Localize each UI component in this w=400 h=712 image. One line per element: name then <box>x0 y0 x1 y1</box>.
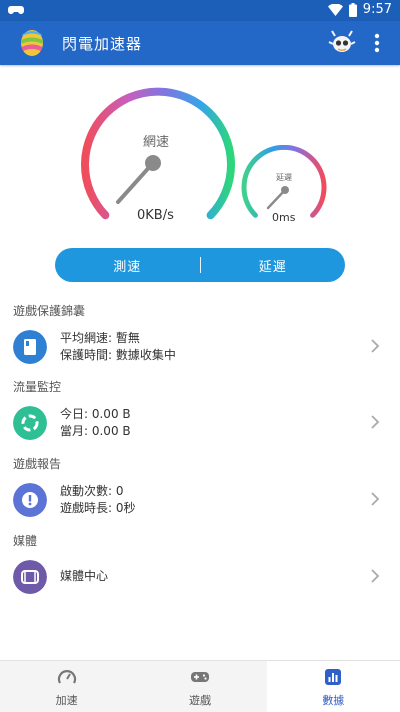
month-traffic-text: 當月: 0.00 B <box>60 424 131 438</box>
media-center-icon <box>13 560 47 594</box>
today-traffic-text: 今日: 0.00 B <box>60 407 131 421</box>
alert-icon <box>13 483 47 517</box>
report-info: 啟動次數: 0 遊戲時長: 0秒 <box>60 483 136 517</box>
section-title-protection: 遊戲保護錦囊 <box>13 304 86 318</box>
media-row[interactable]: 媒體中心 <box>0 551 400 607</box>
section-title-report: 遊戲報告 <box>13 457 62 471</box>
average-speed-text: 平均網速: 暫無 <box>60 331 140 345</box>
tab-label: 加速 <box>55 694 78 707</box>
clock: 9:57 <box>362 2 392 17</box>
tab-accelerate[interactable]: 加速 <box>0 661 133 712</box>
notebook-icon <box>13 330 47 364</box>
speed-gauge-label: 網速 <box>143 135 170 150</box>
chevron-right-icon <box>371 415 380 429</box>
more-options-icon[interactable] <box>370 31 384 55</box>
chart-icon <box>325 669 342 685</box>
protection-row[interactable]: 平均網速: 暫無 保護時間: 數據收集中 <box>0 321 400 377</box>
speedometer-icon <box>57 670 76 684</box>
app-title: 閃電加速器 <box>62 35 143 53</box>
latency-test-button[interactable]: 延遲 <box>201 256 346 275</box>
gamepad-icon <box>190 672 209 682</box>
traffic-row[interactable]: 今日: 0.00 B 當月: 0.00 B <box>0 397 400 453</box>
report-row[interactable]: 啟動次數: 0 遊戲時長: 0秒 <box>0 474 400 530</box>
play-duration-text: 遊戲時長: 0秒 <box>60 501 136 515</box>
test-button-bar: 測速 延遲 <box>55 248 345 282</box>
mascot-icon[interactable] <box>328 29 356 57</box>
protection-info: 平均網速: 暫無 保護時間: 數據收集中 <box>60 330 176 364</box>
latency-gauge-label: 延遲 <box>276 173 292 182</box>
traffic-monitor-icon <box>13 406 47 440</box>
section-title-media: 媒體 <box>13 534 38 548</box>
chevron-right-icon <box>371 492 380 506</box>
chevron-right-icon <box>371 339 380 353</box>
tab-data[interactable]: 數據 <box>266 661 400 712</box>
protection-time-text: 保護時間: 數據收集中 <box>60 348 176 362</box>
tab-label: 遊戲 <box>188 694 211 707</box>
speed-value: 0KB/s <box>137 208 174 223</box>
tab-games[interactable]: 遊戲 <box>133 661 266 712</box>
launch-count-text: 啟動次數: 0 <box>60 484 124 498</box>
bottom-navigation: 加速 遊戲 數據 <box>0 660 400 712</box>
media-center-text: 媒體中心 <box>60 569 109 583</box>
speed-test-button[interactable]: 測速 <box>55 256 200 275</box>
tab-label: 數據 <box>322 694 345 707</box>
battery-icon <box>348 2 357 17</box>
chevron-right-icon <box>371 569 380 583</box>
media-info: 媒體中心 <box>60 568 108 585</box>
section-title-traffic: 流量監控 <box>13 380 62 394</box>
app-logo-icon <box>21 30 43 56</box>
wifi-icon <box>327 3 343 16</box>
traffic-info: 今日: 0.00 B 當月: 0.00 B <box>60 406 131 440</box>
status-bar: 9:57 <box>0 0 400 21</box>
app-bar: 閃電加速器 <box>0 21 400 65</box>
latency-value: 0ms <box>272 211 296 224</box>
gamepad-notification-icon <box>8 6 24 14</box>
